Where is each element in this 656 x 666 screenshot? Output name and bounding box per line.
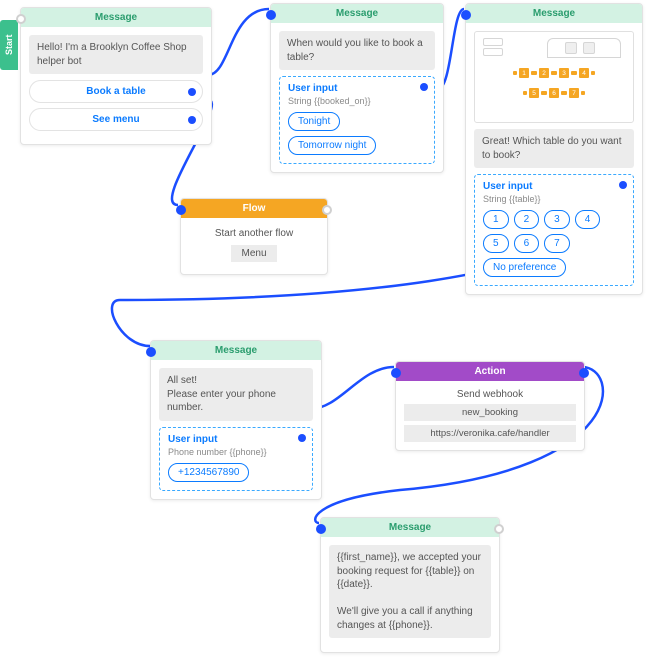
- port-out[interactable]: [298, 434, 306, 442]
- start-tab: Start: [0, 20, 18, 70]
- user-input-block[interactable]: User input String {{table}} 1 2 3 4 5 6 …: [474, 174, 634, 286]
- node-header: Message: [271, 4, 443, 23]
- user-input-subtitle: String {{table}}: [483, 194, 625, 204]
- chip-1[interactable]: 1: [483, 210, 509, 229]
- chip-7[interactable]: 7: [544, 234, 570, 253]
- floor-table: 6: [549, 88, 559, 98]
- port-out[interactable]: [579, 368, 589, 378]
- message-text: Hello! I'm a Brooklyn Coffee Shop helper…: [29, 35, 203, 74]
- chip-3[interactable]: 3: [544, 210, 570, 229]
- user-input-title: User input: [288, 83, 426, 94]
- user-input-block[interactable]: User input String {{booked_on}} Tonight …: [279, 76, 435, 164]
- node-header: Message: [151, 341, 321, 360]
- flow-text: Start another flow: [189, 228, 319, 239]
- message-text: All set! Please enter your phone number.: [159, 368, 313, 421]
- node-flow-menu[interactable]: Flow Start another flow Menu: [180, 198, 328, 275]
- port-in[interactable]: [461, 10, 471, 20]
- node-message-phone[interactable]: Message All set! Please enter your phone…: [150, 340, 322, 500]
- floor-table: 5: [529, 88, 539, 98]
- node-header: Action: [396, 362, 584, 381]
- user-input-title: User input: [483, 181, 625, 192]
- port-out[interactable]: [619, 181, 627, 189]
- chip-2[interactable]: 2: [514, 210, 540, 229]
- user-input-subtitle: String {{booked_on}}: [288, 96, 426, 106]
- node-header: Message: [21, 8, 211, 27]
- port-out[interactable]: [494, 524, 504, 534]
- port-in[interactable]: [316, 524, 326, 534]
- quick-reply-book-table[interactable]: Book a table: [29, 80, 203, 103]
- floor-table: 4: [579, 68, 589, 78]
- port-in[interactable]: [176, 205, 186, 215]
- port-in[interactable]: [146, 347, 156, 357]
- quick-reply-see-menu[interactable]: See menu: [29, 108, 203, 131]
- floor-table: 3: [559, 68, 569, 78]
- chip-5[interactable]: 5: [483, 234, 509, 253]
- floor-table: 7: [569, 88, 579, 98]
- node-action-webhook[interactable]: Action Send webhook new_booking https://…: [395, 361, 585, 451]
- port-out[interactable]: [322, 205, 332, 215]
- quick-reply-label: Book a table: [86, 86, 145, 97]
- message-text: When would you like to book a table?: [279, 31, 435, 70]
- action-row-url: https://veronika.cafe/handler: [404, 425, 576, 442]
- chip-tonight[interactable]: Tonight: [288, 112, 340, 131]
- port-out[interactable]: [188, 116, 196, 124]
- node-message-welcome[interactable]: Message Hello! I'm a Brooklyn Coffee Sho…: [20, 7, 212, 145]
- node-message-which-table[interactable]: Message 1 2 3 4 5 6 7 Great! Which ta: [465, 3, 643, 295]
- flow-tag: Menu: [231, 245, 276, 262]
- node-message-confirmation[interactable]: Message {{first_name}}, we accepted your…: [320, 517, 500, 653]
- port-out[interactable]: [188, 88, 196, 96]
- user-input-block[interactable]: User input Phone number {{phone}} +12345…: [159, 427, 313, 491]
- port-in[interactable]: [16, 14, 26, 24]
- quick-reply-label: See menu: [92, 114, 139, 125]
- message-text: Great! Which table do you want to book?: [474, 129, 634, 168]
- node-message-when[interactable]: Message When would you like to book a ta…: [270, 3, 444, 173]
- floor-table: 1: [519, 68, 529, 78]
- port-in[interactable]: [391, 368, 401, 378]
- chip-4[interactable]: 4: [575, 210, 601, 229]
- user-input-title: User input: [168, 434, 304, 445]
- action-text: Send webhook: [404, 389, 576, 400]
- action-row-name: new_booking: [404, 404, 576, 421]
- node-header: Flow: [181, 199, 327, 218]
- message-text: {{first_name}}, we accepted your booking…: [329, 545, 491, 638]
- node-header: Message: [321, 518, 499, 537]
- chip-no-preference[interactable]: No preference: [483, 258, 566, 277]
- floorplan: 1 2 3 4 5 6 7: [474, 31, 634, 123]
- chip-example-phone[interactable]: +1234567890: [168, 463, 249, 482]
- node-header: Message: [466, 4, 642, 23]
- floor-table: 2: [539, 68, 549, 78]
- chip-6[interactable]: 6: [514, 234, 540, 253]
- user-input-subtitle: Phone number {{phone}}: [168, 447, 304, 457]
- port-out[interactable]: [420, 83, 428, 91]
- port-in[interactable]: [266, 10, 276, 20]
- chip-tomorrow-night[interactable]: Tomorrow night: [288, 136, 376, 155]
